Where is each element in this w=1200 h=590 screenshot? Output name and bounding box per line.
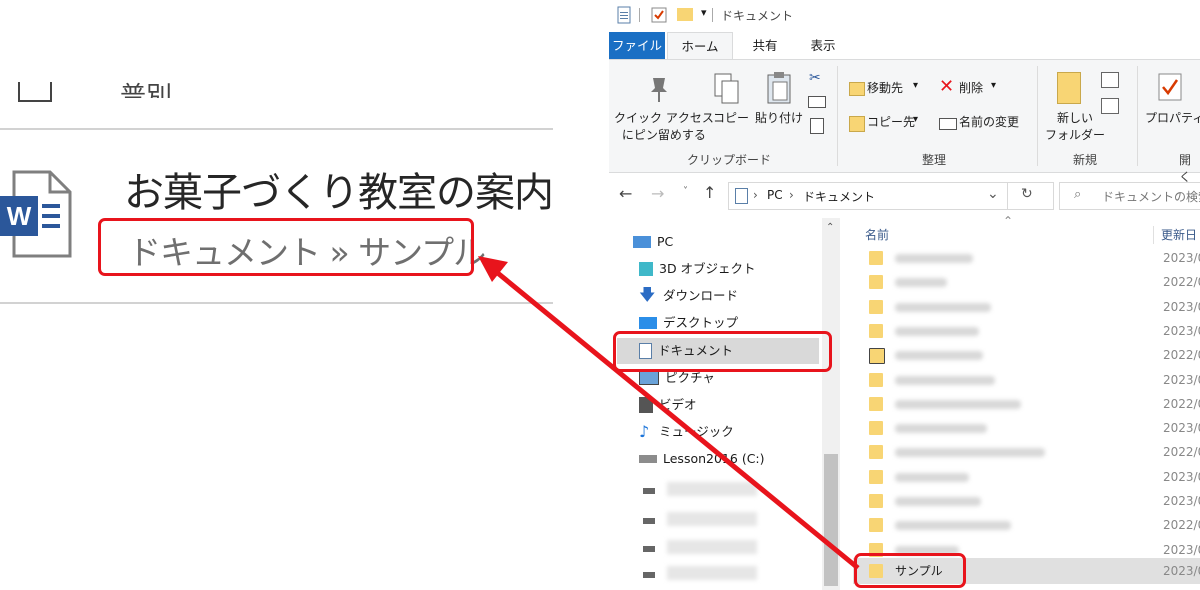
connector-arrow xyxy=(478,256,860,570)
